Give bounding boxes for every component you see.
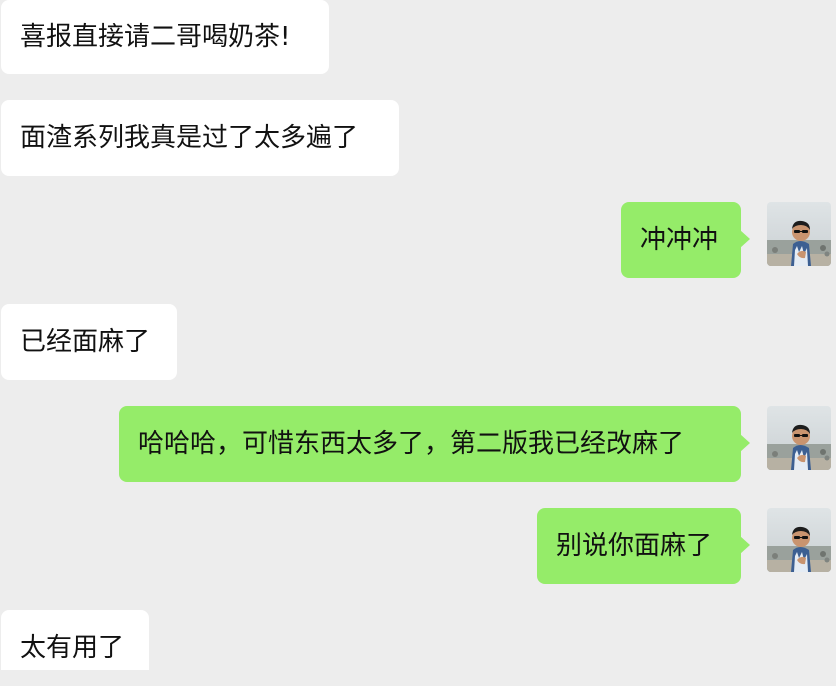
incoming-message-bubble[interactable]: 太有用了: [1, 610, 149, 670]
user-avatar[interactable]: [767, 202, 831, 266]
message-text: 别说你面麻了: [556, 531, 713, 561]
outgoing-message-bubble[interactable]: 哈哈哈，可惜东西太多了，第二版我已经改麻了: [119, 406, 750, 482]
message-text: 已经面麻了: [20, 327, 151, 357]
avatar-photo: [767, 406, 831, 470]
message-text: 喜报直接请二哥喝奶茶!: [20, 22, 291, 52]
message-text: 哈哈哈，可惜东西太多了，第二版我已经改麻了: [138, 429, 685, 459]
message-text: 冲冲冲: [640, 225, 719, 255]
message-text: 面渣系列我真是过了太多遍了: [20, 123, 359, 153]
message-text: 太有用了: [20, 633, 125, 663]
avatar-photo: [767, 202, 831, 266]
user-avatar[interactable]: [767, 406, 831, 470]
avatar-photo: [767, 508, 831, 572]
outgoing-message-bubble[interactable]: 别说你面麻了: [537, 508, 750, 584]
incoming-message-bubble[interactable]: 已经面麻了: [1, 304, 177, 380]
user-avatar[interactable]: [767, 508, 831, 572]
incoming-message-bubble[interactable]: 喜报直接请二哥喝奶茶!: [1, 0, 329, 74]
chat-message-list[interactable]: 喜报直接请二哥喝奶茶! 面渣系列我真是过了太多遍了 冲冲冲 已经面麻了 哈哈哈，…: [0, 0, 836, 670]
incoming-message-bubble[interactable]: 面渣系列我真是过了太多遍了: [1, 100, 399, 176]
outgoing-message-bubble[interactable]: 冲冲冲: [621, 202, 750, 278]
